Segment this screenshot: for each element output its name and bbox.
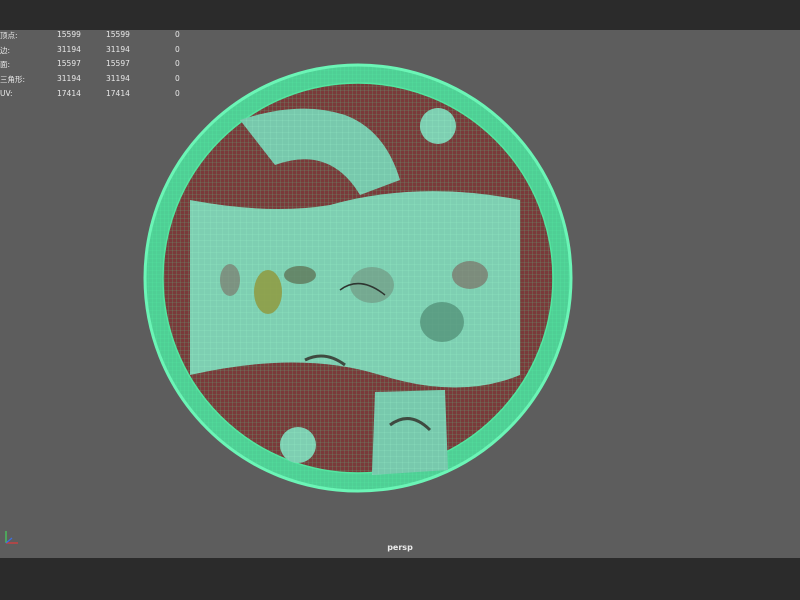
leaf-motif <box>452 261 488 289</box>
leaf-motif <box>220 264 240 296</box>
flower-motif <box>350 267 394 303</box>
peony-motif <box>420 302 464 342</box>
insect-motif <box>284 266 316 284</box>
square-panel-wire <box>372 390 448 475</box>
bottom-bar <box>0 558 800 600</box>
persp-viewport[interactable]: 顶点: 15599 15599 0 边: 31194 31194 0 面: 15… <box>0 30 800 558</box>
plate-wireframe-model[interactable] <box>0 30 800 558</box>
camera-label: persp <box>387 543 413 552</box>
gourd-motif <box>254 270 282 314</box>
top-toolbar <box>0 0 800 30</box>
roundel-wire <box>280 427 316 463</box>
roundel-wire <box>420 108 456 144</box>
